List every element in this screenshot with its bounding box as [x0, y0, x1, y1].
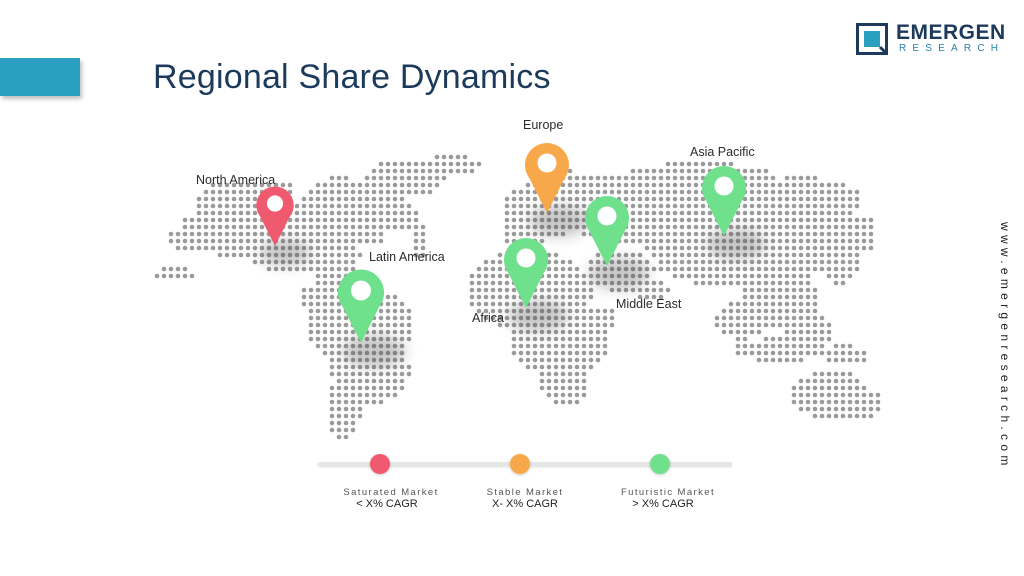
region-label-africa: Africa [472, 311, 504, 325]
legend-label-saturated: Saturated Market [343, 487, 439, 498]
region-label-middle-east: Middle East [616, 297, 682, 311]
region-label-asia-pacific: Asia Pacific [690, 145, 755, 159]
legend-cagr-saturated: < X% CAGR [356, 498, 418, 510]
legend-dot-stable [510, 454, 530, 474]
region-label-latin-america: Latin America [369, 250, 445, 264]
pin-shadow-middle-east [589, 258, 649, 290]
pin-shadow-latin-america [342, 334, 406, 369]
pin-shadow-asia-pacific [706, 228, 766, 260]
legend-dot-futuristic [650, 454, 670, 474]
legend-label-stable: Stable Market [486, 487, 564, 498]
pin-shadow-north-america [259, 239, 311, 267]
map-pin-europe-icon [525, 142, 569, 213]
legend-dot-saturated [370, 454, 390, 474]
region-label-europe: Europe [523, 118, 564, 132]
pin-shadow-europe [529, 205, 589, 237]
region-label-north-america: North America [196, 173, 276, 187]
legend-cagr-futuristic: > X% CAGR [632, 498, 694, 510]
pin-shadows [259, 205, 766, 369]
pin-shadow-africa [508, 300, 568, 332]
legend-cagr-stable: X- X% CAGR [491, 498, 558, 510]
map-pin-north-america-icon [256, 186, 294, 246]
map-pin-middle-east-icon [585, 196, 629, 266]
legend-label-futuristic: Futuristic Market [620, 487, 715, 498]
